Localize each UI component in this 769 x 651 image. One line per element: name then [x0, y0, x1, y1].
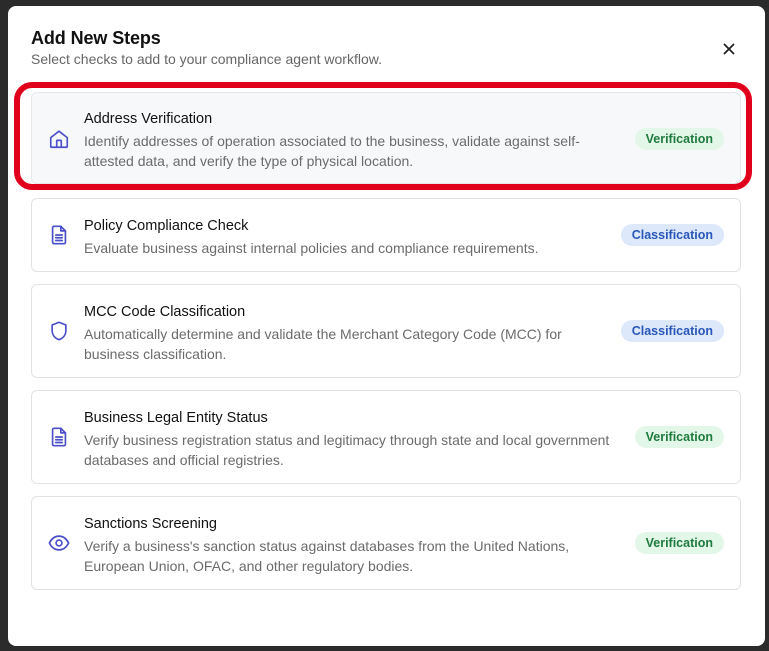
- step-card-policy-compliance-check[interactable]: Policy Compliance Check Evaluate busines…: [31, 198, 741, 272]
- home-icon: [48, 128, 70, 150]
- add-steps-modal: Add New Steps Select checks to add to yo…: [8, 6, 765, 646]
- modal-subtitle: Select checks to add to your compliance …: [31, 51, 382, 67]
- shield-icon: [48, 320, 70, 342]
- step-name: Policy Compliance Check: [84, 218, 249, 234]
- step-description: Verify a business's sanction status agai…: [84, 538, 570, 574]
- step-description: Automatically determine and validate the…: [84, 326, 562, 362]
- category-badge: Verification: [634, 128, 724, 150]
- step-card-address-verification[interactable]: Address Verification Identify addresses …: [31, 92, 741, 184]
- eye-icon: [48, 532, 70, 554]
- step-name: Address Verification: [84, 111, 213, 127]
- step-description: Evaluate business against internal polic…: [84, 240, 539, 256]
- step-name: MCC Code Classification: [84, 304, 246, 320]
- close-icon: [723, 43, 735, 55]
- step-description: Identify addresses of operation associat…: [84, 133, 580, 169]
- step-card-business-legal-entity-status[interactable]: Business Legal Entity Status Verify busi…: [31, 390, 741, 484]
- step-name: Business Legal Entity Status: [84, 410, 268, 426]
- step-card-mcc-code-classification[interactable]: MCC Code Classification Automatically de…: [31, 284, 741, 378]
- document-icon: [48, 224, 70, 246]
- document-icon: [48, 426, 70, 448]
- step-card-sanctions-screening[interactable]: Sanctions Screening Verify a business's …: [31, 496, 741, 590]
- close-button[interactable]: [720, 40, 738, 58]
- step-name: Sanctions Screening: [84, 516, 217, 532]
- category-badge: Verification: [634, 426, 724, 448]
- modal-title: Add New Steps: [31, 28, 161, 48]
- category-badge: Verification: [634, 532, 724, 554]
- category-badge: Classification: [620, 320, 724, 342]
- category-badge: Classification: [620, 224, 724, 246]
- step-description: Verify business registration status and …: [84, 432, 610, 468]
